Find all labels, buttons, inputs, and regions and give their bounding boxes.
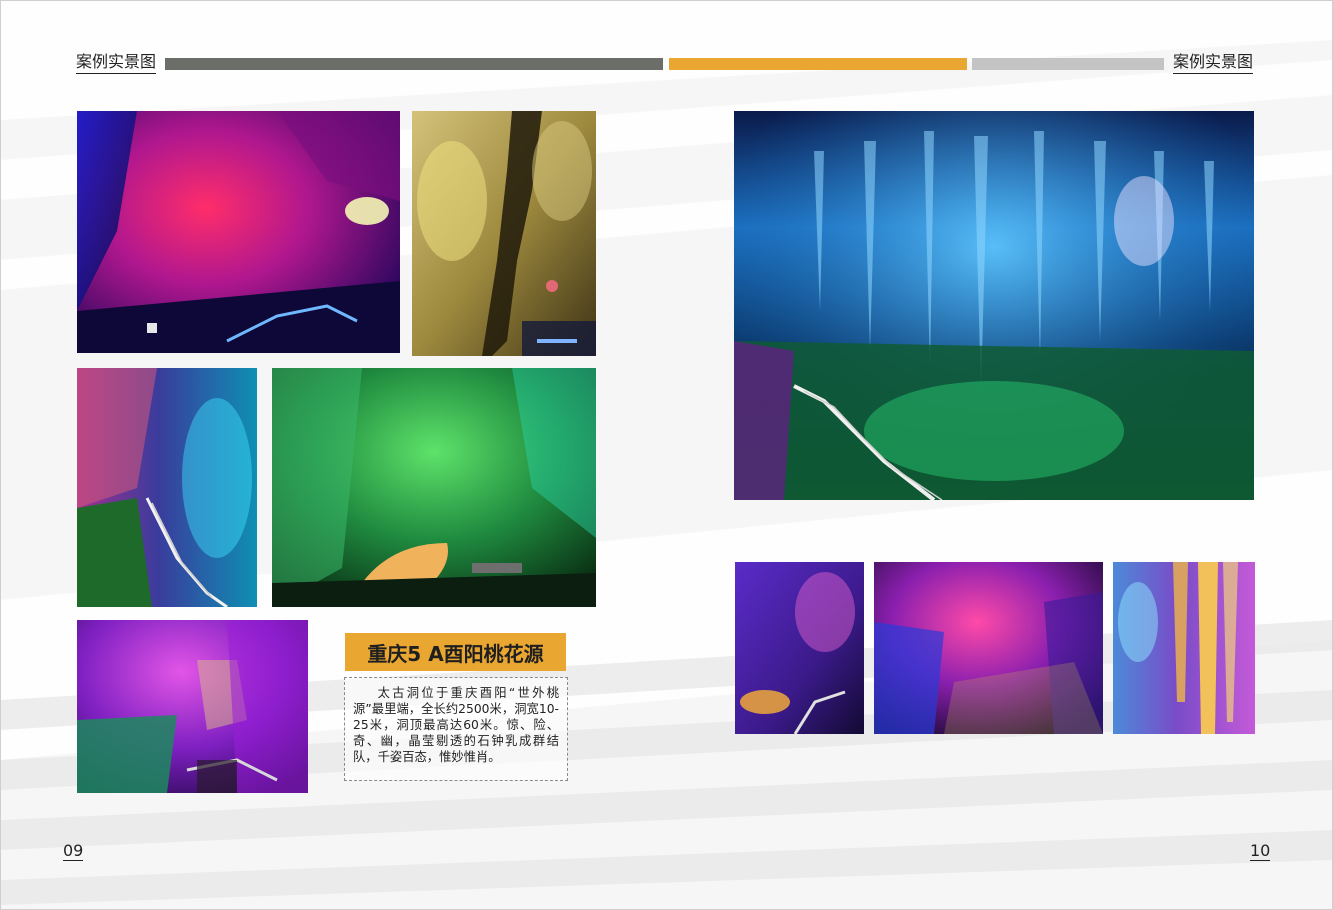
cave-photo-green: [272, 368, 596, 607]
location-description: 太古洞位于重庆酉阳“世外桃源”最里端，全长约2500米，洞宽10-25米，洞顶最…: [344, 677, 568, 781]
brochure-spread: 案例实景图 案例实景图 重庆5 A酉阳桃花源 太古洞位于重庆酉阳“世外桃源”最里…: [0, 0, 1333, 910]
section-label-left: 案例实景图: [76, 52, 157, 74]
header-bar-dark: [165, 58, 663, 70]
location-title: 重庆5 A酉阳桃花源: [345, 633, 566, 671]
cave-photo-violet: [77, 620, 308, 793]
cave-photo-purple-red: [77, 111, 400, 353]
cave-photo-large-blue: [734, 111, 1254, 500]
cave-photo-small-purple: [735, 562, 864, 734]
header-bar-light: [972, 58, 1164, 70]
page-number-left: 09: [63, 841, 84, 861]
cave-photo-cyan-stairs: [77, 368, 257, 607]
page-number-right: 10: [1250, 841, 1271, 861]
cave-photo-yellow: [412, 111, 596, 356]
cave-photo-small-pink: [874, 562, 1103, 734]
cave-photo-small-gold: [1113, 562, 1255, 734]
section-label-right: 案例实景图: [1173, 52, 1254, 74]
header-bar-accent: [669, 58, 967, 70]
